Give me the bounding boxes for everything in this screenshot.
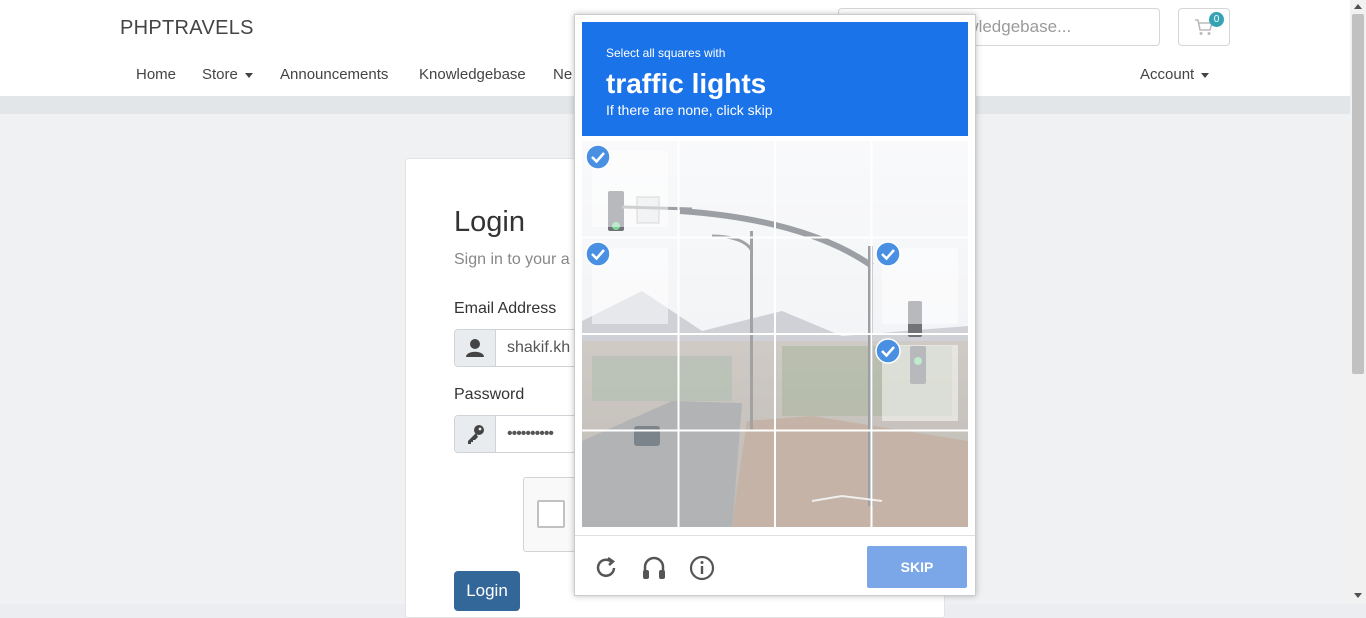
page-subtitle: Sign in to your a	[454, 251, 570, 268]
cart-button[interactable]: 0	[1178, 8, 1230, 46]
password-label: Password	[454, 386, 525, 403]
nav-home[interactable]: Home	[136, 66, 176, 83]
cart-count-badge: 0	[1209, 12, 1224, 27]
scrollbar-thumb[interactable]	[1352, 14, 1364, 374]
check-icon-11	[875, 338, 901, 364]
challenge-footer: SKIP	[575, 535, 975, 596]
nav-network[interactable]: Ne	[553, 66, 572, 83]
page-title: Login	[454, 206, 525, 238]
chevron-down-icon	[1201, 72, 1210, 78]
email-label: Email Address	[454, 300, 557, 317]
info-icon[interactable]	[688, 554, 716, 582]
scroll-up-icon[interactable]	[1354, 4, 1362, 9]
challenge-target: traffic lights	[606, 68, 767, 99]
brand-logo[interactable]: PHPTRAVELS	[120, 17, 254, 40]
recaptcha-checkbox[interactable]	[537, 500, 565, 528]
nav-account-label: Account	[1140, 66, 1195, 83]
page-scrollbar[interactable]	[1350, 0, 1366, 604]
check-icon-7	[875, 241, 901, 267]
challenge-instruction: Select all squares with	[606, 46, 726, 60]
challenge-hint: If there are none, click skip	[606, 102, 773, 118]
password-value: ••••••••••	[507, 425, 554, 442]
skip-button[interactable]: SKIP	[867, 546, 967, 588]
chevron-down-icon	[244, 72, 253, 78]
key-icon	[455, 416, 496, 452]
check-icon-0	[585, 144, 611, 170]
scroll-down-icon[interactable]	[1354, 593, 1362, 598]
nav-announcements[interactable]: Announcements	[280, 66, 388, 83]
challenge-header: Select all squares with traffic lights I…	[582, 22, 968, 136]
login-button[interactable]: Login	[454, 571, 520, 611]
reload-icon[interactable]	[592, 554, 620, 582]
check-icon-4	[585, 241, 611, 267]
audio-icon[interactable]	[640, 554, 668, 582]
challenge-image-grid	[582, 141, 968, 527]
nav-account[interactable]: Account	[1140, 66, 1210, 83]
nav-knowledgebase[interactable]: Knowledgebase	[419, 66, 526, 83]
user-icon	[455, 330, 496, 366]
nav-store-label: Store	[202, 66, 238, 83]
nav-store[interactable]: Store	[202, 66, 253, 83]
recaptcha-challenge-dialog: Select all squares with traffic lights I…	[574, 14, 976, 596]
email-value: shakif.kh	[507, 339, 571, 356]
